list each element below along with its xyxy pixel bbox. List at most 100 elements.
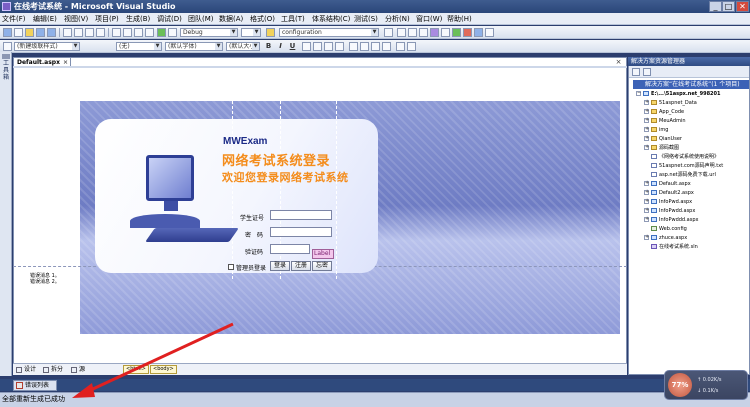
navigate-forward-icon[interactable] [145,28,154,37]
hyperlink-icon[interactable] [396,42,405,51]
solution-node[interactable]: 解决方案“在线考试系统”(1 个项目) [633,80,749,89]
captcha-label-control[interactable]: Label [312,249,334,259]
menu-test[interactable]: 测试(S) [354,14,378,24]
start-debugging-icon[interactable] [157,28,166,37]
paste-icon[interactable] [85,28,94,37]
expand-icon[interactable]: + [644,127,649,132]
tree-item[interactable]: asp.net源码免费下载.url [644,171,749,180]
menu-tools[interactable]: 工具(T) [281,14,305,24]
navigate-back-icon[interactable] [134,28,143,37]
find-in-files-icon[interactable] [384,28,393,37]
tree-item[interactable]: + Default.aspx [644,180,749,189]
password-input[interactable] [270,227,332,237]
cut-icon[interactable] [63,28,72,37]
expand-icon[interactable]: + [644,199,649,204]
admin-login-checkbox[interactable] [228,264,234,270]
menu-architecture[interactable]: 体系结构(C) [312,14,350,24]
menu-file[interactable]: 文件(F) [2,14,26,24]
font-size-combo[interactable]: (默认大小) ▼ [226,42,260,51]
menu-format[interactable]: 格式(O) [250,14,275,24]
menu-analyze[interactable]: 分析(N) [385,14,410,24]
toolbox-strip[interactable]: 工具箱 [0,52,12,376]
tree-item[interactable]: + InfoPwd.aspx [644,198,749,207]
copy-icon[interactable] [74,28,83,37]
tab-design[interactable]: 设计 [16,365,36,374]
save-all-icon[interactable] [47,28,56,37]
justify-icon[interactable] [335,42,344,51]
close-window-button[interactable]: ✕ [736,1,749,12]
block-format-combo[interactable]: (新建级联样式) ▼ [14,42,80,51]
error-list-icon[interactable] [463,28,472,37]
tree-item[interactable]: 在线考试系统.sln [644,243,749,252]
italic-button[interactable]: I [276,42,285,51]
toolbox-icon[interactable] [419,28,428,37]
new-project-icon[interactable] [3,28,12,37]
menu-view[interactable]: 视图(V) [64,14,88,24]
menu-project[interactable]: 项目(P) [95,14,119,24]
tab-split[interactable]: 拆分 [43,365,63,374]
expand-icon[interactable]: + [644,100,649,105]
tree-item[interactable]: + InfoPwdd.aspx [644,207,749,216]
forgot-password-button[interactable]: 忘密 [312,261,332,271]
bold-button[interactable]: B [264,42,273,51]
expand-icon[interactable]: + [644,118,649,123]
breadcrumb-body[interactable]: <body> [150,365,177,374]
properties-icon[interactable] [632,68,640,76]
tree-item[interactable]: + 源码截图 [644,144,749,153]
tree-item[interactable]: + InfoPwddd.aspx [644,216,749,225]
solution-config-combo[interactable]: Debug ▼ [180,28,238,37]
expand-icon[interactable]: + [644,109,649,114]
config-icon[interactable] [168,28,177,37]
tree-item[interactable]: Web.config [644,225,749,234]
project-root-node[interactable]: − E:\...\51aspx.net_998201 [636,90,749,99]
tree-item[interactable]: 《网络考试系统使用说明》 [644,153,749,162]
breadcrumb-html[interactable]: <html> [123,365,149,374]
outdent-icon[interactable] [382,42,391,51]
close-document-icon[interactable]: × [614,58,623,66]
platform-combo-empty[interactable]: ▼ [241,28,261,37]
open-file-icon[interactable] [25,28,34,37]
toolbar-options-icon[interactable] [485,28,494,37]
properties-icon[interactable] [397,28,406,37]
login-button[interactable]: 登录 [270,261,290,271]
expand-icon[interactable]: + [644,181,649,186]
font-family-combo[interactable]: (默认字体) ▼ [165,42,223,51]
expand-icon[interactable]: + [644,235,649,240]
menu-help[interactable]: 帮助(H) [447,14,472,24]
style-icon[interactable] [3,42,12,51]
start-page-icon[interactable] [441,28,450,37]
captcha-input[interactable] [270,244,310,254]
tree-item[interactable]: + img [644,126,749,135]
tree-item[interactable]: + zhuce.aspx [644,234,749,243]
maximize-button[interactable]: □ [722,1,735,12]
register-button[interactable]: 注册 [291,261,311,271]
numbered-list-icon[interactable] [349,42,358,51]
delete-icon[interactable] [96,28,105,37]
toolbar-options-icon[interactable] [407,42,416,51]
indent-icon[interactable] [371,42,380,51]
menu-data[interactable]: 数据(A) [219,14,243,24]
target-rule-combo[interactable]: (无) ▼ [116,42,162,51]
tree-item[interactable]: + App_Code [644,108,749,117]
tree-item[interactable]: 51aspnet.com源码声明.txt [644,162,749,171]
align-left-icon[interactable] [302,42,311,51]
align-right-icon[interactable] [324,42,333,51]
expand-icon[interactable]: + [644,190,649,195]
expand-icon[interactable]: + [644,136,649,141]
find-combo[interactable]: configuration ▼ [279,28,379,37]
tree-item[interactable]: +51aspnet_Data [644,99,749,108]
menu-window[interactable]: 窗口(W) [416,14,442,24]
menu-build[interactable]: 生成(B) [126,14,150,24]
find-icon[interactable] [266,28,275,37]
menu-debug[interactable]: 调试(D) [157,14,182,24]
menu-edit[interactable]: 编辑(E) [33,14,57,24]
minimize-button[interactable]: _ [709,1,722,12]
expand-icon[interactable]: + [644,217,649,222]
menu-team[interactable]: 团队(M) [188,14,214,24]
align-center-icon[interactable] [313,42,322,51]
student-id-input[interactable] [270,210,332,220]
tree-item[interactable]: + QianUser [644,135,749,144]
output-window-icon[interactable] [474,28,483,37]
server-explorer-icon[interactable] [452,28,461,37]
save-icon[interactable] [36,28,45,37]
